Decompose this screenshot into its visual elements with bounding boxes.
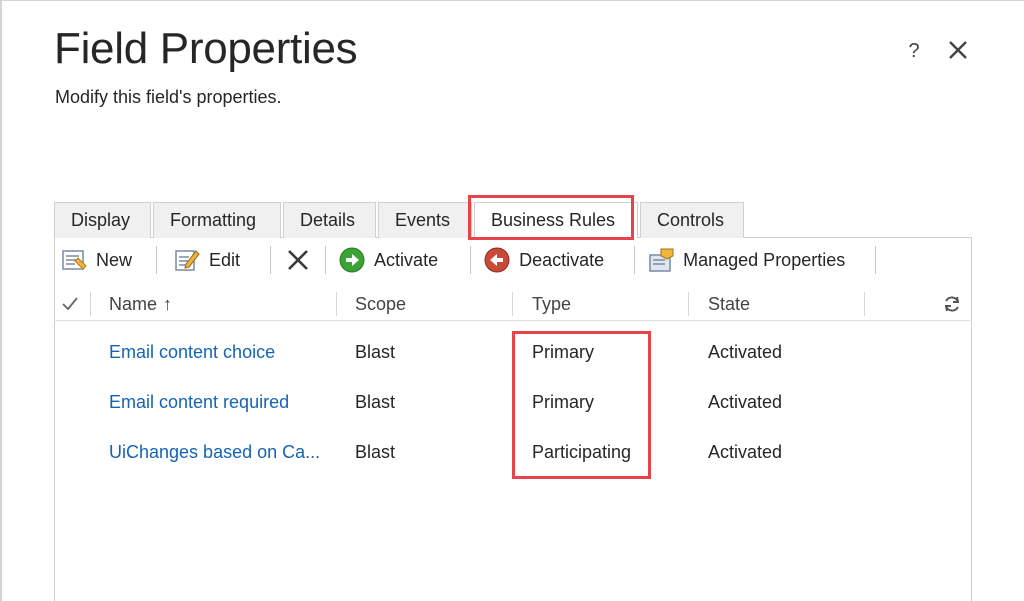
activate-button-label: Activate bbox=[374, 249, 439, 270]
rules-toolbar: New Edit Activate Deactivate Managed Pro… bbox=[54, 240, 972, 280]
managed-properties-button[interactable]: Managed Properties bbox=[647, 244, 845, 276]
column-header-scope[interactable]: Scope bbox=[355, 287, 406, 321]
rule-type: Primary bbox=[532, 341, 594, 362]
dialog-subtitle: Modify this field's properties. bbox=[55, 87, 282, 107]
toolbar-separator bbox=[470, 246, 472, 274]
column-separator bbox=[336, 292, 337, 316]
column-separator bbox=[90, 292, 91, 316]
delete-icon bbox=[288, 250, 308, 270]
window-left-edge bbox=[0, 0, 2, 601]
tab-formatting[interactable]: Formatting bbox=[153, 202, 281, 238]
rule-name-link[interactable]: Email content choice bbox=[109, 327, 275, 377]
help-button[interactable]: ? bbox=[904, 40, 924, 63]
new-button[interactable]: New bbox=[60, 244, 132, 276]
activate-icon bbox=[339, 247, 365, 273]
checkmark-icon bbox=[62, 297, 78, 311]
column-header-type[interactable]: Type bbox=[532, 287, 571, 321]
refresh-button[interactable] bbox=[942, 287, 962, 321]
tab-details[interactable]: Details bbox=[283, 202, 376, 238]
window-top-edge bbox=[0, 0, 1024, 1]
edit-icon bbox=[175, 250, 200, 271]
rule-scope: Blast bbox=[355, 391, 396, 412]
toolbar-separator bbox=[270, 246, 272, 274]
toolbar-separator bbox=[875, 246, 877, 274]
column-header-name[interactable]: Name ↑ bbox=[109, 287, 172, 321]
new-rule-icon bbox=[62, 250, 87, 270]
tab-controls[interactable]: Controls bbox=[640, 202, 744, 238]
rule-type: Participating bbox=[532, 441, 632, 462]
table-row[interactable]: Email content required Blast Primary Act… bbox=[54, 377, 972, 427]
column-separator bbox=[688, 292, 689, 316]
toolbar-separator bbox=[156, 246, 158, 274]
managed-properties-label: Managed Properties bbox=[683, 249, 846, 270]
column-header-state[interactable]: State bbox=[708, 287, 750, 321]
grid-header: Name ↑ Scope Type State bbox=[54, 287, 972, 321]
column-separator bbox=[512, 292, 513, 316]
sort-ascending-icon: ↑ bbox=[163, 293, 173, 314]
dialog-title: Field Properties bbox=[54, 24, 358, 73]
edit-button[interactable]: Edit bbox=[173, 244, 240, 276]
rule-name-link[interactable]: UiChanges based on Ca... bbox=[109, 427, 320, 477]
deactivate-button[interactable]: Deactivate bbox=[483, 244, 604, 276]
tab-strip: Display Formatting Details Events Busine… bbox=[54, 202, 746, 238]
rule-scope: Blast bbox=[355, 341, 396, 362]
deactivate-icon bbox=[484, 247, 510, 273]
refresh-icon bbox=[944, 296, 960, 312]
table-row[interactable]: Email content choice Blast Primary Activ… bbox=[54, 327, 972, 377]
close-button[interactable] bbox=[946, 38, 970, 62]
column-name-label: Name bbox=[109, 293, 158, 314]
rule-type: Primary bbox=[532, 391, 594, 412]
rule-name-link[interactable]: Email content required bbox=[109, 377, 289, 427]
tab-events[interactable]: Events bbox=[378, 202, 472, 238]
rule-state: Activated bbox=[708, 391, 783, 412]
activate-button[interactable]: Activate bbox=[338, 244, 438, 276]
close-icon bbox=[949, 41, 967, 59]
rule-state: Activated bbox=[708, 341, 783, 362]
tab-business-rules[interactable]: Business Rules bbox=[474, 202, 638, 238]
column-separator bbox=[864, 292, 865, 316]
toolbar-separator bbox=[634, 246, 636, 274]
edit-button-label: Edit bbox=[209, 249, 241, 270]
managed-properties-icon bbox=[649, 248, 674, 272]
toolbar-separator bbox=[325, 246, 327, 274]
new-button-label: New bbox=[96, 249, 133, 270]
select-all-checkbox[interactable] bbox=[60, 287, 80, 321]
deactivate-button-label: Deactivate bbox=[519, 249, 605, 270]
table-row[interactable]: UiChanges based on Ca... Blast Participa… bbox=[54, 427, 972, 477]
rule-scope: Blast bbox=[355, 441, 396, 462]
delete-button[interactable] bbox=[285, 244, 311, 276]
tab-display[interactable]: Display bbox=[54, 202, 151, 238]
rule-state: Activated bbox=[708, 441, 783, 462]
